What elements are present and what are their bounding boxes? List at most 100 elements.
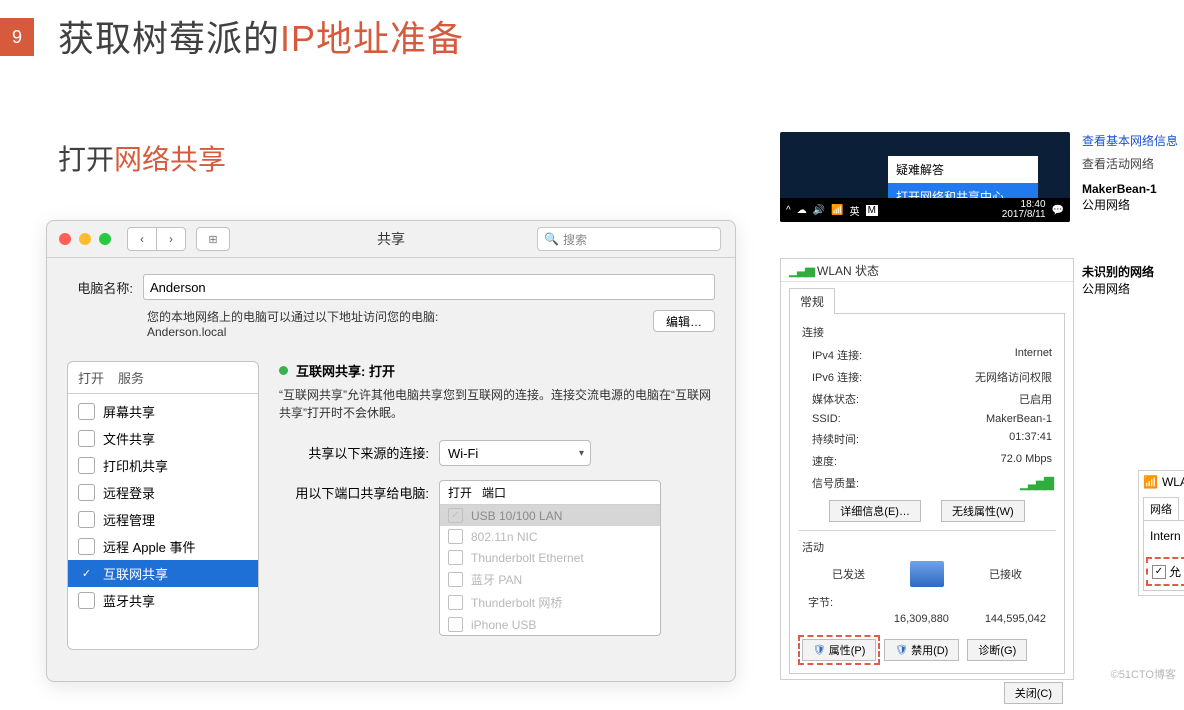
chevron-up-icon[interactable]: ^: [786, 205, 791, 216]
port-row[interactable]: Thunderbolt 网桥: [440, 591, 660, 614]
checkbox[interactable]: [78, 403, 95, 420]
view-basic-link[interactable]: 查看基本网络信息: [1082, 132, 1184, 149]
source-label: 共享以下来源的连接:: [279, 440, 439, 462]
col-open: 打开: [78, 368, 118, 387]
minimize-icon[interactable]: [79, 233, 91, 245]
checkbox[interactable]: [448, 595, 463, 610]
close-icon[interactable]: [59, 233, 71, 245]
sidebar-item[interactable]: 蓝牙共享: [68, 587, 258, 614]
sidebar-item[interactable]: 远程管理: [68, 506, 258, 533]
network-type: 公用网络: [1082, 196, 1184, 213]
forward-button[interactable]: ›: [157, 227, 186, 251]
ime-m-icon[interactable]: M: [866, 205, 878, 216]
details-button[interactable]: 详细信息(E)…: [829, 500, 921, 522]
wlan-info-row: 速度:72.0 Mbps: [812, 450, 1052, 472]
notification-icon[interactable]: 💬: [1052, 205, 1064, 216]
wlan-info-row: 媒体状态:已启用: [812, 388, 1052, 410]
slide-title-pre: 获取树莓派的: [58, 18, 280, 59]
port-label: USB 10/100 LAN: [471, 509, 562, 523]
close-button[interactable]: 关闭(C): [1004, 682, 1063, 704]
active-net-heading: 查看活动网络: [1082, 155, 1184, 172]
diagnose-button[interactable]: 诊断(G): [967, 639, 1027, 661]
sidebar-item-label: 打印机共享: [103, 456, 168, 475]
bytes-recv-value: 144,595,042: [985, 613, 1046, 625]
wlan-info-row: SSID:MakerBean-1: [812, 410, 1052, 428]
checkbox[interactable]: ✓: [1152, 565, 1166, 579]
section-activity: 活动: [802, 539, 1052, 555]
wlan2-row: Intern: [1150, 529, 1184, 543]
grid-view-button[interactable]: ⊞: [196, 227, 230, 251]
wlan-info-row: IPv4 连接:Internet: [812, 344, 1052, 366]
checkbox[interactable]: ✓: [78, 565, 95, 582]
sidebar-item-label: 互联网共享: [103, 564, 168, 583]
checkbox[interactable]: [78, 592, 95, 609]
checkbox[interactable]: [448, 550, 463, 565]
ime-lang-icon[interactable]: 英: [850, 203, 860, 218]
windows-tray-thumb: 疑难解答 打开网络和共享中心 ^ ☁ 🔊 📶 英 M 18:402017/8/1…: [780, 132, 1070, 222]
search-placeholder: 搜索: [563, 231, 587, 248]
cloud-icon[interactable]: ☁: [797, 205, 807, 216]
ports-table: 打开端口 ✓USB 10/100 LAN802.11n NICThunderbo…: [439, 480, 661, 636]
signal-bars-icon: ▁▃▅▇: [1020, 475, 1052, 491]
port-row[interactable]: iPhone USB: [440, 614, 660, 635]
checkbox[interactable]: [448, 572, 463, 587]
checkbox[interactable]: [78, 538, 95, 555]
sidebar-item[interactable]: 打印机共享: [68, 452, 258, 479]
sidebar-item[interactable]: 文件共享: [68, 425, 258, 452]
checkbox[interactable]: [78, 457, 95, 474]
checkbox[interactable]: [448, 617, 463, 632]
wifi-icon[interactable]: 📶: [831, 205, 843, 216]
properties-button[interactable]: 🛡属性(P): [802, 639, 876, 661]
volume-icon[interactable]: 🔊: [813, 205, 825, 216]
port-row[interactable]: 蓝牙 PAN: [440, 568, 660, 591]
wireless-props-button[interactable]: 无线属性(W): [941, 500, 1025, 522]
window-title: 共享: [377, 229, 405, 249]
port-label: Thunderbolt Ethernet: [471, 551, 584, 565]
checkbox[interactable]: [448, 529, 463, 544]
checkbox[interactable]: [78, 511, 95, 528]
status-dot-icon: [279, 366, 288, 375]
disable-button[interactable]: 🛡禁用(D): [884, 639, 959, 661]
tab-general[interactable]: 常规: [789, 288, 835, 314]
wifi-icon: ▁▃▅: [789, 262, 813, 278]
unident-network: 未识别的网络: [1082, 265, 1154, 279]
port-label: iPhone USB: [471, 618, 536, 632]
col-service: 服务: [118, 368, 144, 387]
port-row[interactable]: Thunderbolt Ethernet: [440, 547, 660, 568]
source-select[interactable]: Wi-Fi: [439, 440, 591, 466]
wifi-icon: 📶: [1143, 475, 1158, 489]
tab-network[interactable]: 网络: [1143, 497, 1179, 521]
checkbox[interactable]: [78, 484, 95, 501]
checkbox[interactable]: [78, 430, 95, 447]
checkbox[interactable]: ✓: [448, 508, 463, 523]
clock[interactable]: 18:402017/8/11: [1002, 200, 1046, 220]
network-name: MakerBean-1: [1082, 182, 1157, 196]
slide-title-accent: IP地址准备: [280, 18, 464, 59]
sidebar-item[interactable]: ✓ 互联网共享: [68, 560, 258, 587]
shield-icon: 🛡: [813, 645, 826, 656]
wlan2-title: WLAN: [1162, 475, 1184, 489]
signal-label: 信号质量:: [812, 475, 859, 491]
sidebar-item-label: 远程 Apple 事件: [103, 537, 195, 556]
port-label: 802.11n NIC: [471, 530, 538, 544]
search-input[interactable]: 🔍搜索: [537, 227, 721, 251]
port-row[interactable]: ✓ USB 10/100 LAN: [440, 505, 660, 526]
back-button[interactable]: ‹: [127, 227, 157, 251]
traffic-lights[interactable]: [47, 233, 111, 245]
wlan-info-row: IPv6 连接:无网络访问权限: [812, 366, 1052, 388]
sidebar-item[interactable]: 远程登录: [68, 479, 258, 506]
slide-title: 获取树莓派的IP地址准备: [58, 10, 464, 62]
computer-name-field[interactable]: Anderson: [143, 274, 715, 300]
ports-col-open: 打开: [448, 484, 482, 501]
menu-troubleshoot[interactable]: 疑难解答: [888, 156, 1038, 183]
zoom-icon[interactable]: [99, 233, 111, 245]
port-row[interactable]: 802.11n NIC: [440, 526, 660, 547]
shield-icon: 🛡: [895, 645, 908, 656]
hostname-value: Anderson.local: [147, 325, 653, 339]
sidebar-item-label: 屏幕共享: [103, 402, 155, 421]
wlan-properties-partial: 📶WLAN 网络 Intern ✓允: [1138, 470, 1184, 596]
sidebar-item[interactable]: 屏幕共享: [68, 398, 258, 425]
sidebar-item[interactable]: 远程 Apple 事件: [68, 533, 258, 560]
edit-button[interactable]: 编辑…: [653, 310, 715, 332]
slide-number-badge: 9: [0, 18, 34, 56]
